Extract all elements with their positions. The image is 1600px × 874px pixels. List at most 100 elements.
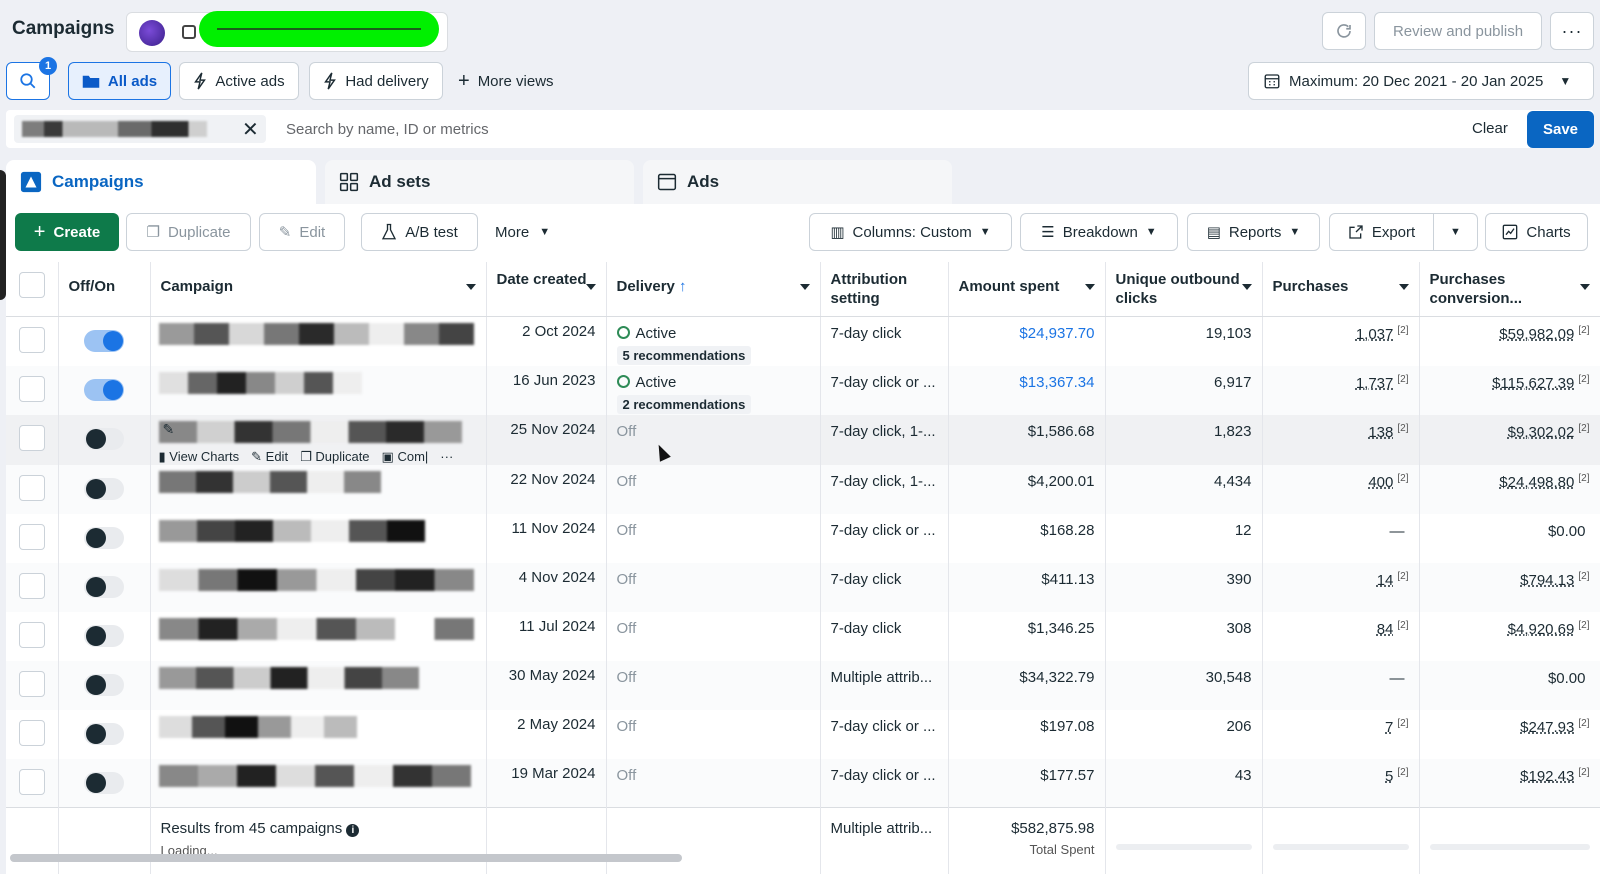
clear-button[interactable]: Clear <box>1472 120 1508 137</box>
table-row[interactable]: 19 Mar 2024 Off 7-day click or ... $177.… <box>6 758 1600 808</box>
select-all-checkbox[interactable] <box>18 272 45 298</box>
campaign-name-cell[interactable] <box>150 464 487 514</box>
campaign-name-cell[interactable] <box>150 316 487 366</box>
conversion-footnote: [2] <box>1578 619 1590 631</box>
amount-spent[interactable]: $24,937.70 <box>948 316 1106 366</box>
campaign-toggle[interactable] <box>84 330 124 352</box>
toggle-knob <box>86 674 106 695</box>
info-icon[interactable]: i <box>346 824 360 837</box>
row-checkbox[interactable] <box>18 719 45 746</box>
table-row[interactable]: 2 May 2024 Off 7-day click or ... $197.0… <box>6 709 1600 759</box>
table-row[interactable]: 11 Jul 2024 Off 7-day click $1,346.25 30… <box>6 611 1600 661</box>
more-views-button[interactable]: + More views <box>458 62 554 100</box>
breakdown-button[interactable]: ☰ Breakdown ▼ <box>1020 213 1178 251</box>
row-checkbox[interactable] <box>18 424 45 451</box>
column-header-delivery[interactable]: Delivery ↑ <box>606 262 821 317</box>
purchases-conversion-cell: $24,498.80 [2] <box>1419 464 1600 514</box>
search-input[interactable] <box>286 110 1366 148</box>
row-checkbox[interactable] <box>18 375 45 402</box>
rename-pencil-icon[interactable]: ✎ <box>163 421 175 438</box>
sort-up-icon: ↑ <box>679 278 687 295</box>
tab-campaigns[interactable]: Campaigns <box>6 160 316 204</box>
search-button[interactable]: 1 <box>6 57 57 100</box>
campaign-name-cell[interactable] <box>150 611 487 661</box>
charts-button[interactable]: Charts <box>1485 213 1588 251</box>
campaign-name-cell[interactable]: ✎ ▮ View Charts ✎ Edit ❐ Duplicate ▣ Com… <box>150 414 487 465</box>
campaign-toggle[interactable] <box>84 477 124 500</box>
more-options-button[interactable]: ··· <box>1550 12 1594 50</box>
column-header-purchases[interactable]: Purchases <box>1262 262 1420 317</box>
amount-spent[interactable]: $13,367.34 <box>948 365 1106 415</box>
columns-button[interactable]: ▥ Columns: Custom ▼ <box>809 213 1012 251</box>
table-row[interactable]: ✎ ▮ View Charts ✎ Edit ❐ Duplicate ▣ Com… <box>6 414 1600 465</box>
more-actions-button[interactable]: More ▼ <box>495 213 550 251</box>
campaign-toggle[interactable] <box>84 575 124 598</box>
filter-chip[interactable]: ✕ <box>14 115 266 143</box>
amount-spent: $411.13 <box>948 562 1106 612</box>
row-checkbox[interactable] <box>18 621 45 648</box>
review-publish-button[interactable]: Review and publish <box>1374 12 1542 50</box>
sort-arrow-icon <box>1084 284 1095 290</box>
table-row[interactable]: 30 May 2024 Off Multiple attrib... $34,3… <box>6 660 1600 710</box>
duplicate-button[interactable]: ❐ Duplicate <box>126 213 251 251</box>
campaign-name-cell[interactable] <box>150 365 487 415</box>
column-header-attribution[interactable]: Attribution setting <box>820 262 949 317</box>
table-row[interactable]: 4 Nov 2024 Off 7-day click $411.13 390 1… <box>6 562 1600 612</box>
save-button[interactable]: Save <box>1527 111 1594 148</box>
export-dropdown[interactable]: ▼ <box>1433 213 1478 251</box>
row-checkbox[interactable] <box>18 327 45 353</box>
date-range-picker[interactable]: Maximum: 20 Dec 2021 - 20 Jan 2025 ▼ <box>1248 62 1594 100</box>
view-charts-link[interactable]: ▮ View Charts <box>159 449 240 465</box>
campaign-toggle[interactable] <box>84 378 124 401</box>
row-checkbox[interactable] <box>18 474 45 501</box>
tab-ads[interactable]: Ads <box>643 160 952 204</box>
tab-ad-sets[interactable]: Ad sets <box>325 160 634 204</box>
view-all-ads[interactable]: All ads <box>68 62 171 100</box>
campaign-toggle[interactable] <box>84 624 124 647</box>
row-more-icon[interactable]: ··· <box>440 449 453 465</box>
campaign-toggle[interactable] <box>84 427 124 450</box>
column-header-unique-clicks[interactable]: Unique outbound clicks <box>1105 262 1263 317</box>
column-header-purchases-conversion[interactable]: Purchases conversion... <box>1419 262 1600 317</box>
create-button[interactable]: + Create <box>15 213 119 251</box>
table-row[interactable]: 11 Nov 2024 Off 7-day click or ... $168.… <box>6 513 1600 563</box>
reports-button[interactable]: ▤ Reports ▼ <box>1187 213 1320 251</box>
row-edit-link[interactable]: ✎ Edit <box>251 449 288 465</box>
horizontal-scrollbar[interactable] <box>10 854 682 862</box>
campaign-name-cell[interactable] <box>150 709 487 759</box>
purchases-cell: — <box>1262 660 1420 710</box>
row-duplicate-link[interactable]: ❐ Duplicate <box>300 449 369 465</box>
close-icon[interactable]: ✕ <box>242 117 259 142</box>
refresh-button[interactable] <box>1322 12 1366 50</box>
ab-test-label: A/B test <box>405 223 458 241</box>
column-header-date-created[interactable]: Date created <box>486 262 607 317</box>
table-row[interactable]: 16 Jun 2023 Active 2 recommendations 7-d… <box>6 365 1600 415</box>
recommendations-badge[interactable]: 5 recommendations <box>616 346 752 365</box>
ab-test-button[interactable]: A/B test <box>361 213 478 251</box>
row-checkbox[interactable] <box>18 768 45 795</box>
view-had-delivery[interactable]: Had delivery <box>309 62 443 100</box>
campaign-toggle[interactable] <box>84 722 124 745</box>
campaign-toggle[interactable] <box>84 673 124 696</box>
account-selector[interactable] <box>126 11 448 52</box>
row-compare-link[interactable]: ▣ Com| <box>382 449 429 465</box>
purchases-cell: 14 [2] <box>1262 562 1420 612</box>
campaign-name-cell[interactable] <box>150 660 487 710</box>
campaign-name-cell[interactable] <box>150 513 487 563</box>
campaign-name-cell[interactable] <box>150 562 487 612</box>
row-checkbox[interactable] <box>18 523 45 550</box>
campaign-toggle[interactable] <box>84 771 124 794</box>
row-checkbox[interactable] <box>18 572 45 599</box>
campaign-toggle[interactable] <box>84 526 124 549</box>
page-title: Campaigns <box>12 18 115 39</box>
edit-button[interactable]: ✎ Edit <box>259 213 345 251</box>
campaign-name-cell[interactable] <box>150 758 487 808</box>
table-row[interactable]: 22 Nov 2024 Off 7-day click, 1-... $4,20… <box>6 464 1600 514</box>
table-row[interactable]: 2 Oct 2024 Active 5 recommendations 7-da… <box>6 316 1600 366</box>
column-header-amount-spent[interactable]: Amount spent <box>948 262 1106 317</box>
recommendations-badge[interactable]: 2 recommendations <box>616 394 752 414</box>
view-active-ads[interactable]: Active ads <box>179 62 299 100</box>
export-button[interactable]: Export <box>1329 213 1434 251</box>
row-checkbox[interactable] <box>18 670 45 697</box>
column-header-campaign[interactable]: Campaign <box>150 262 487 317</box>
